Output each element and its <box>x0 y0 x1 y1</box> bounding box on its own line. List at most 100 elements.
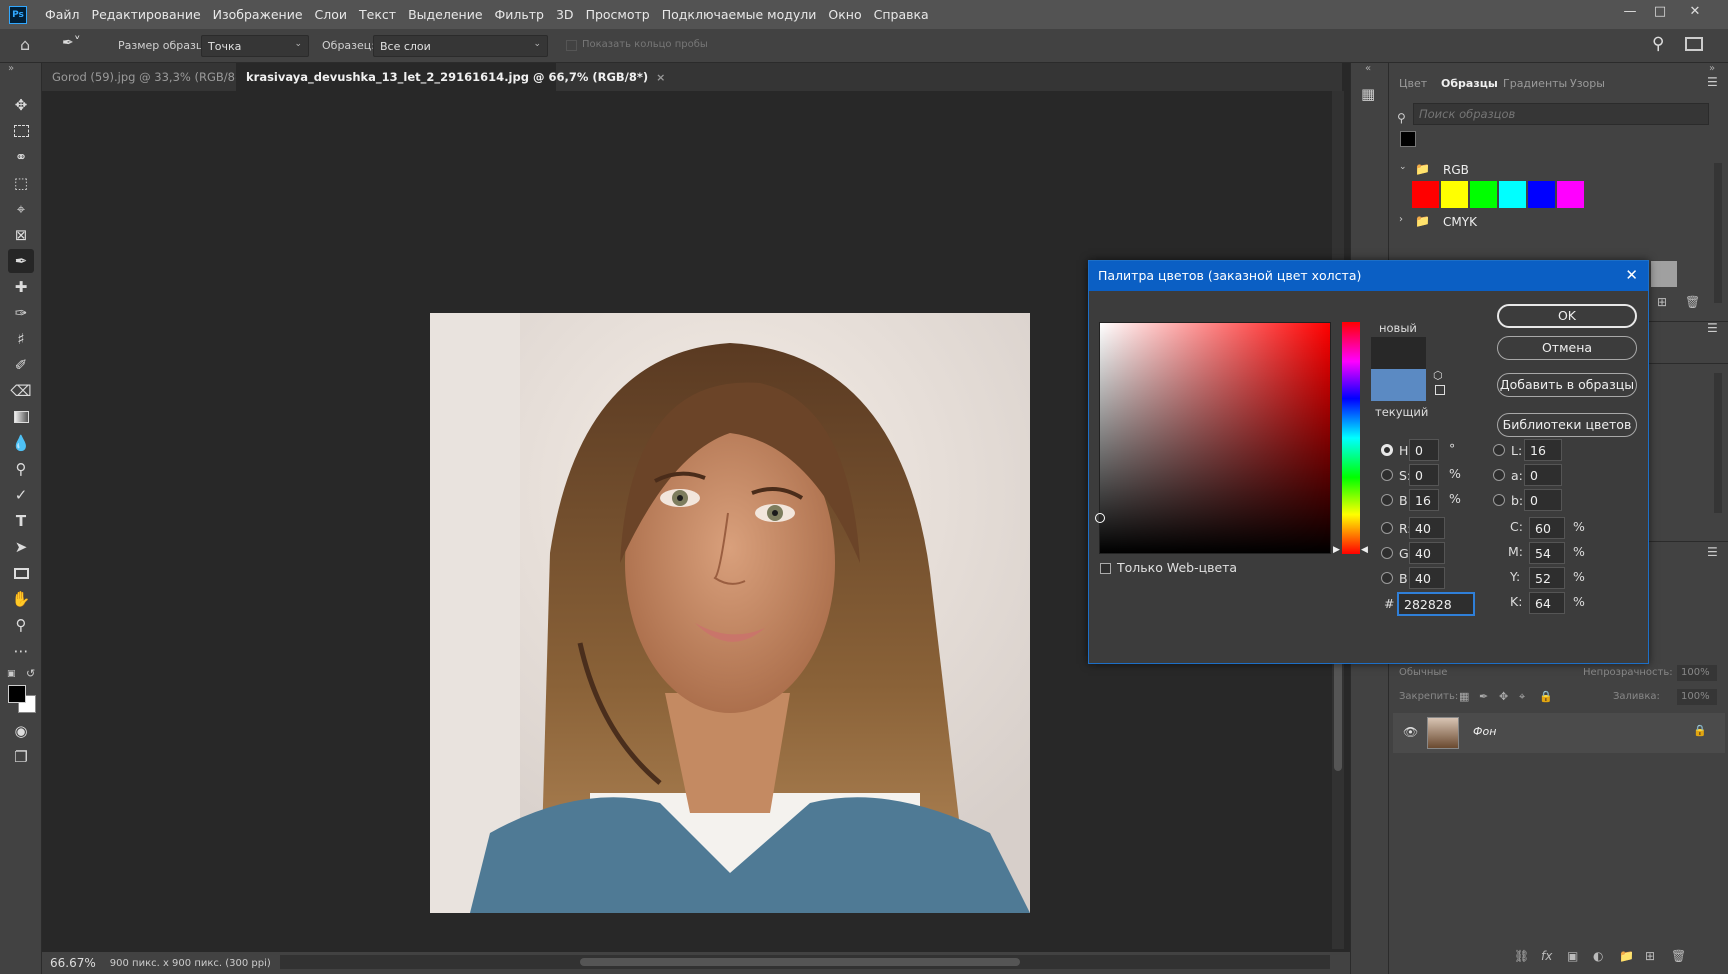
a-radio[interactable]: a: <box>1493 464 1523 486</box>
color-swatch[interactable] <box>1499 181 1526 208</box>
hue-slider[interactable] <box>1342 322 1360 554</box>
saturation-radio[interactable]: S: <box>1381 464 1411 486</box>
close-icon[interactable]: ✕ <box>1625 266 1638 284</box>
menu-type[interactable]: Текст <box>353 7 402 22</box>
color-swatch[interactable] <box>1557 181 1584 208</box>
link-layers-icon[interactable]: ⛓ <box>1514 949 1529 963</box>
red-field[interactable]: 40 <box>1409 517 1445 539</box>
healing-brush-tool-icon[interactable]: ✚ <box>8 275 34 299</box>
recent-color-swatch[interactable] <box>1400 131 1416 147</box>
menu-plugins[interactable]: Подключаемые модули <box>656 7 823 22</box>
panel-menu-icon[interactable]: ☰ <box>1707 545 1718 559</box>
sample-size-select[interactable]: Точка ⌄ <box>201 35 309 57</box>
cancel-button[interactable]: Отмена <box>1497 336 1637 360</box>
sample-select[interactable]: Все слои ⌄ <box>373 35 548 57</box>
clone-stamp-tool-icon[interactable]: ♯ <box>8 327 34 351</box>
blend-mode-select[interactable]: Обычные <box>1399 667 1447 678</box>
horizontal-scroll-thumb[interactable] <box>580 958 1020 966</box>
workspace-icon[interactable] <box>1685 37 1703 51</box>
lock-transparency-icon[interactable]: ▦ <box>1459 690 1469 703</box>
panel-menu-icon[interactable]: ☰ <box>1707 321 1718 335</box>
web-colors-only-checkbox[interactable] <box>1100 563 1111 574</box>
black-field[interactable]: 64 <box>1529 592 1565 614</box>
collapse-panels-icon[interactable]: » <box>1709 63 1715 74</box>
menu-image[interactable]: Изображение <box>207 7 309 22</box>
color-swatch[interactable] <box>1441 181 1468 208</box>
menu-edit[interactable]: Редактирование <box>86 7 207 22</box>
type-tool-icon[interactable]: T <box>8 509 34 533</box>
frame-tool-icon[interactable]: ⊠ <box>8 223 34 247</box>
zoom-tool-icon[interactable]: ⚲ <box>8 613 34 637</box>
lasso-tool-icon[interactable]: ⚭ <box>8 145 34 169</box>
new-swatch-icon[interactable]: ⊞ <box>1657 295 1667 309</box>
adjustment-layer-icon[interactable]: ◐ <box>1593 949 1603 963</box>
menu-3d[interactable]: 3D <box>550 7 580 22</box>
dialog-titlebar[interactable]: Палитра цветов (заказной цвет холста) ✕ <box>1089 261 1648 291</box>
hue-radio[interactable]: H: <box>1381 439 1413 461</box>
object-selection-tool-icon[interactable]: ⬚ <box>8 171 34 195</box>
color-swatch[interactable] <box>1470 181 1497 208</box>
close-window-icon[interactable]: ✕ <box>1680 0 1710 22</box>
history-brush-tool-icon[interactable]: ✐ <box>8 353 34 377</box>
move-tool-icon[interactable]: ✥ <box>8 93 34 117</box>
color-field[interactable] <box>1095 322 1331 554</box>
menu-window[interactable]: Окно <box>822 7 867 22</box>
lock-image-icon[interactable]: ✒ <box>1479 690 1488 703</box>
brightness-field[interactable]: 16 <box>1409 489 1439 511</box>
properties-scrollbar[interactable] <box>1714 373 1722 513</box>
add-mask-icon[interactable]: ▣ <box>1567 949 1578 963</box>
a-field[interactable]: 0 <box>1524 464 1562 486</box>
menu-view[interactable]: Просмотр <box>580 7 656 22</box>
lock-all-icon[interactable]: 🔒 <box>1539 690 1553 703</box>
current-color-swatch[interactable] <box>1371 369 1426 401</box>
brightness-radio[interactable]: B: <box>1381 489 1412 511</box>
show-ring-checkbox[interactable] <box>566 40 577 51</box>
magenta-field[interactable]: 54 <box>1529 542 1565 564</box>
menu-layers[interactable]: Слои <box>309 7 354 22</box>
tab-patterns[interactable]: Узоры <box>1570 77 1605 90</box>
collapse-toolbar-icon[interactable]: » <box>8 63 14 74</box>
swap-colors-icon[interactable]: ↺ <box>26 667 35 680</box>
opacity-field[interactable]: 100% <box>1677 665 1717 681</box>
blue-field[interactable]: 40 <box>1409 567 1445 589</box>
ok-button[interactable]: OK <box>1497 304 1637 328</box>
color-field-marker[interactable] <box>1095 513 1105 523</box>
green-field[interactable]: 40 <box>1409 542 1445 564</box>
fill-field[interactable]: 100% <box>1677 689 1717 705</box>
menu-filter[interactable]: Фильтр <box>489 7 550 22</box>
document-photo[interactable] <box>430 313 1030 913</box>
swatch-group-cmyk[interactable]: › 📁 CMYK <box>1397 211 1702 233</box>
color-swatch[interactable] <box>1412 181 1439 208</box>
hue-slider-right-arrow-icon[interactable]: ◀ <box>1361 545 1368 555</box>
add-to-swatches-button[interactable]: Добавить в образцы <box>1497 373 1637 397</box>
red-radio[interactable]: R: <box>1381 517 1412 539</box>
delete-layer-icon[interactable]: 🗑 <box>1671 949 1686 963</box>
yellow-field[interactable]: 52 <box>1529 567 1565 589</box>
l-field[interactable]: 16 <box>1524 439 1562 461</box>
crop-tool-icon[interactable]: ⌖ <box>8 197 34 221</box>
hue-field[interactable]: 0 <box>1409 439 1439 461</box>
blur-tool-icon[interactable]: 💧 <box>8 431 34 455</box>
path-selection-tool-icon[interactable]: ➤ <box>8 535 34 559</box>
quick-mask-icon[interactable]: ◉ <box>8 719 34 743</box>
home-icon[interactable]: ⌂ <box>20 35 44 57</box>
tab-gradients[interactable]: Градиенты <box>1503 77 1567 90</box>
gradient-tool-icon[interactable] <box>8 405 34 429</box>
menu-select[interactable]: Выделение <box>402 7 488 22</box>
layer-row[interactable]: 👁 Фон 🔒 <box>1393 713 1725 753</box>
tab-swatches[interactable]: Образцы <box>1441 77 1498 90</box>
b-lab-field[interactable]: 0 <box>1524 489 1562 511</box>
swatches-scrollbar[interactable] <box>1714 163 1722 303</box>
eyedropper-tool-icon[interactable]: ✒ <box>8 249 34 273</box>
tab-color[interactable]: Цвет <box>1399 77 1427 90</box>
delete-swatch-icon[interactable]: 🗑 <box>1685 295 1700 309</box>
collapse-icons-icon[interactable]: « <box>1365 63 1371 74</box>
new-group-icon[interactable]: 📁 <box>1619 949 1634 963</box>
maximize-icon[interactable]: □ <box>1645 0 1675 22</box>
web-safe-square-icon[interactable] <box>1435 385 1445 395</box>
adjustments-icon[interactable]: ▦ <box>1361 85 1375 103</box>
foreground-color-swatch[interactable] <box>8 685 26 703</box>
cyan-field[interactable]: 60 <box>1529 517 1565 539</box>
more-tools-icon[interactable]: ⋯ <box>8 639 34 663</box>
new-layer-icon[interactable]: ⊞ <box>1645 949 1655 963</box>
